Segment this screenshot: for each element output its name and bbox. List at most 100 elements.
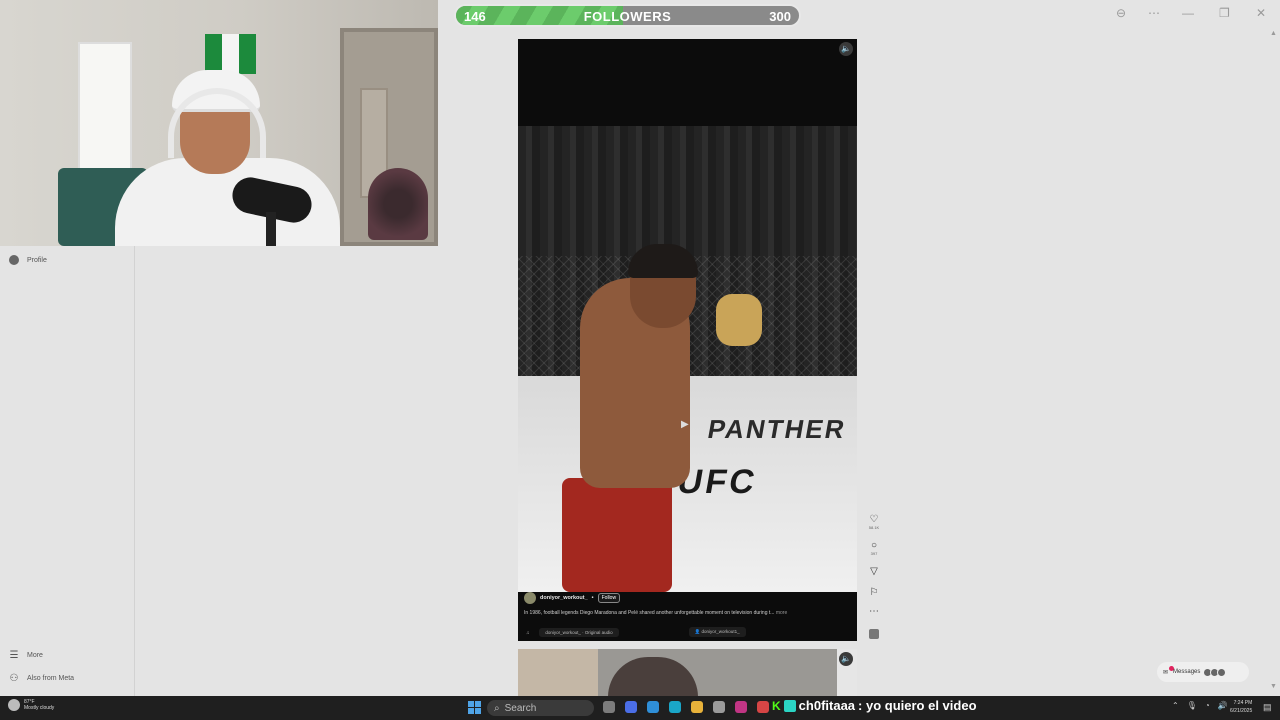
reel-caption: In 1986, football legends Diego Maradona… [524,610,852,616]
notification-badge [1169,666,1174,671]
play-icon[interactable]: ▶ [681,419,689,430]
tagged-user-name: doniyor_workout1_ [701,629,740,634]
edge-app-icon[interactable] [647,701,659,713]
caption-text: In 1986, football legends Diego Maradona… [524,610,775,616]
audio-label[interactable]: doniyor_workout_ · Original audio [539,627,619,637]
sidebar-item-label: Profile [27,256,47,264]
weather-icon [8,699,20,711]
mic-icon[interactable]: 🎙 [1187,701,1197,710]
zoom-app-icon[interactable] [625,701,637,713]
sidebar-item-profile[interactable]: Profile [9,255,47,265]
taskbar-clock[interactable]: 7:24 PM 6/21/2025 [1230,699,1252,715]
webcam-plant [368,168,428,240]
system-tray: ⌃ 🎙 ◔ 🔊 [1172,701,1228,710]
more-options-button[interactable]: ⋯ [868,606,880,617]
wifi-icon[interactable]: ◔ [1205,701,1210,710]
messages-label: Messages [1173,669,1201,675]
volume-icon[interactable]: 🔊 [1218,701,1228,710]
instagram-app-icon[interactable] [735,701,747,713]
music-note-icon: ♫ [526,629,530,635]
scroll-down-icon[interactable]: ▼ [1270,683,1277,690]
more-options-icon: ⋯ [869,606,879,617]
zoom-out-icon[interactable]: ⊖ [1116,6,1126,20]
chat-badge-icon [783,699,796,712]
chrome-app-icon[interactable] [757,701,769,713]
search-icon: ⌕ [494,702,500,714]
comment-icon: ○ [870,540,878,551]
browser-app-icon[interactable] [669,701,681,713]
chevron-up-icon[interactable]: ⌃ [1172,701,1179,710]
restore-icon[interactable]: ❐ [1219,6,1230,20]
fighter-glove [716,294,762,346]
caption-more-link[interactable]: more [776,610,787,616]
menu-icon: ☰ [9,650,19,661]
more-icon[interactable]: ⋯ [1148,6,1160,20]
save-button[interactable]: ⚐ [868,587,880,598]
followers-goal-bar: 146 FOLLOWERS 300 [454,4,801,27]
audio-thumbnail[interactable] [868,629,880,639]
store-app-icon[interactable] [713,701,725,713]
clock-date: 6/21/2025 [1230,708,1253,714]
avatar [9,255,19,265]
mute-icon[interactable]: 🔈 [839,652,853,666]
next-reel-background [518,649,598,696]
sidebar-item-also-from-meta[interactable]: ⚇ Also from Meta [9,673,75,684]
author-separator: • [591,595,594,601]
sidebar-item-more[interactable]: ☰ More [9,650,43,661]
comment-count: 397 [870,551,878,556]
windows-start-icon[interactable] [468,701,481,714]
avatar[interactable] [524,592,536,604]
clock-time: 7:24 PM [1233,700,1253,706]
reel-audio-row: ♫ doniyor_workout_ · Original audio 👤 do… [526,627,746,637]
weather-desc: Mostly cloudy [24,705,55,711]
sidebar-item-label: More [27,652,43,659]
like-count: 58.1K [868,525,880,530]
task-view-icon[interactable] [603,701,615,713]
chat-user: ch0fitaaa [798,698,856,713]
fighter-shorts [562,478,672,592]
mic-arm [266,212,276,246]
scroll-up-icon[interactable]: ▲ [1270,30,1277,37]
followers-label: FOLLOWERS [583,9,672,24]
followers-goal: 300 [769,9,791,24]
messages-icon: ✉ [1163,669,1169,676]
mute-icon[interactable]: 🔈 [839,42,853,56]
sidebar: Profile ☰ More ⚇ Also from Meta [0,246,135,696]
notification-icon[interactable]: ▤ [1263,702,1272,713]
chat-text: : yo quiero el video [858,698,977,713]
sidebar-item-label: Also from Meta [27,675,75,682]
taskbar-search[interactable]: ⌕ Search [487,700,594,716]
follow-button[interactable]: Follow [597,593,621,603]
kick-icon: K [772,698,781,713]
author-name[interactable]: doniyor_workout_ [540,595,588,601]
bookmark-icon: ⚐ [869,587,879,598]
stream-chat-overlay: K ch0fitaaa : yo quiero el video [772,698,977,713]
reel-post[interactable]: 🔈 PANTHER UFC ▶ doniyor_workout_ • Follo… [518,39,857,641]
share-icon: ▽ [870,566,878,577]
tagged-user[interactable]: 👤 doniyor_workout1_ [688,627,746,637]
messages-button[interactable]: ✉ Messages [1157,662,1249,682]
sponsor-logo: PANTHER [705,414,849,444]
next-reel-person [608,657,698,696]
user-icon: 👤 [694,629,701,634]
message-avatars [1203,667,1227,677]
minimize-icon[interactable]: — [1182,6,1194,20]
meta-icon: ⚇ [9,673,19,684]
weather-widget[interactable]: 87°F Mostly cloudy [8,699,54,711]
like-button[interactable]: ♡ 58.1K [868,514,880,530]
reel-author: doniyor_workout_ • Follow [524,592,621,604]
audio-thumbnail-image [869,629,879,639]
next-reel-post[interactable]: 🔈 [518,649,857,696]
share-button[interactable]: ▽ [868,566,880,577]
close-icon[interactable]: ✕ [1256,6,1266,20]
reel-video[interactable]: PANTHER UFC ▶ [518,126,857,592]
windows-taskbar: 87°F Mostly cloudy ⌕ Search K ch0fitaaa … [0,696,1280,720]
search-placeholder: Search [504,702,537,714]
webcam-overlay [0,0,438,246]
mexico-flag [205,34,257,74]
heart-icon: ♡ [869,514,879,525]
comment-button[interactable]: ○ 397 [868,540,880,556]
reel-info: doniyor_workout_ • Follow In 1986, footb… [518,592,857,641]
file-explorer-icon[interactable] [691,701,703,713]
avatar [1217,667,1227,677]
